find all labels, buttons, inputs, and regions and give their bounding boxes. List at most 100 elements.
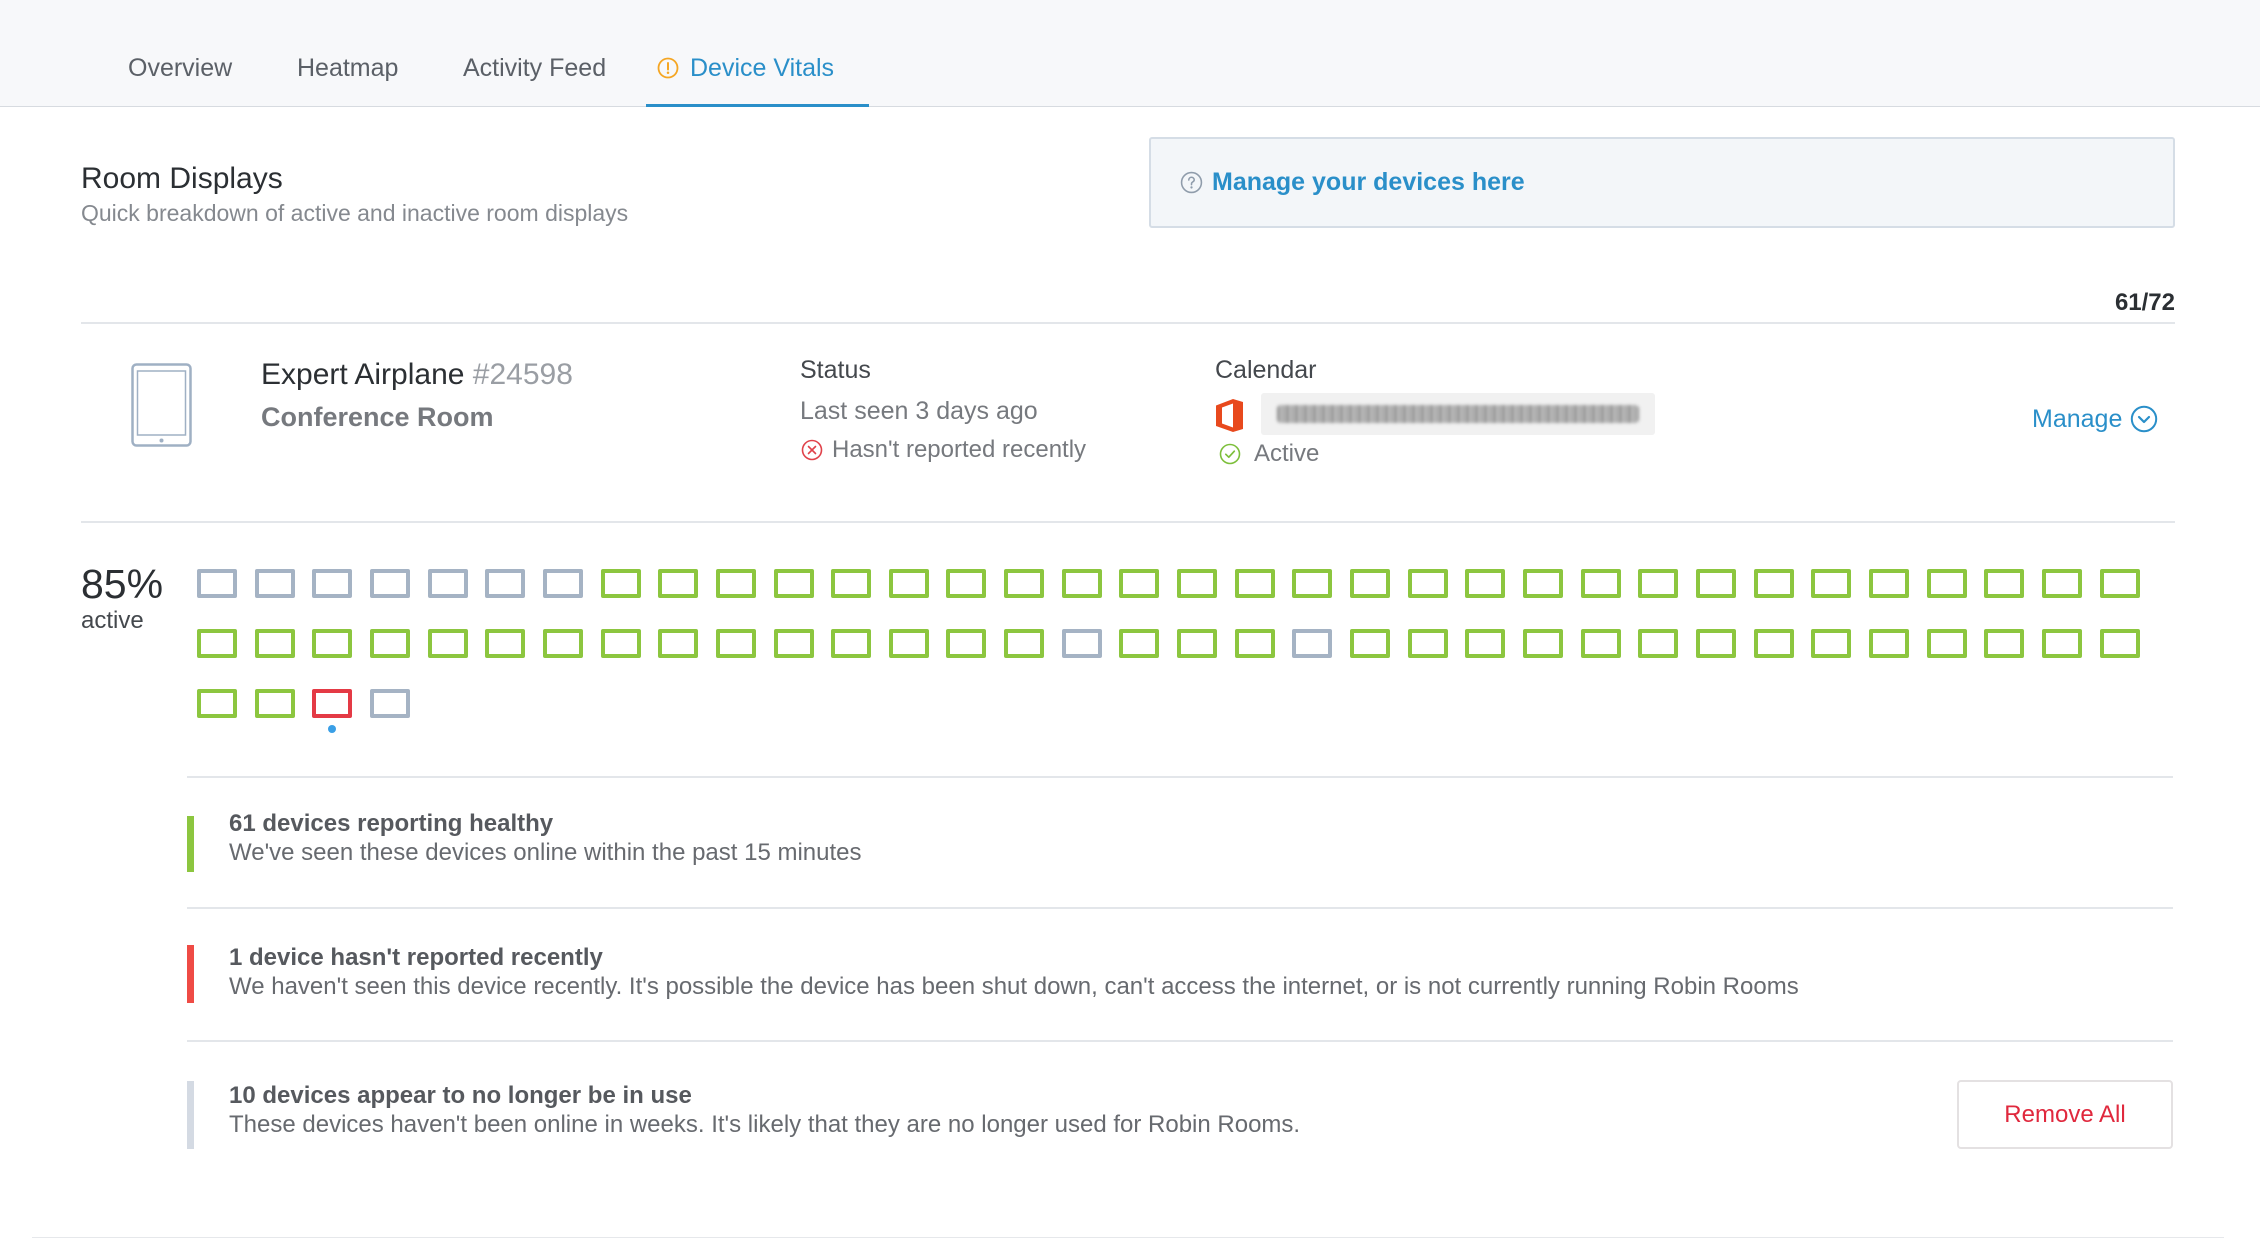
tab-bar: Overview Heatmap Activity Feed Device Vi… — [0, 0, 2260, 107]
device-square-healthy[interactable] — [715, 569, 756, 598]
device-square-healthy[interactable] — [1177, 629, 1217, 658]
device-square-healthy[interactable] — [1753, 569, 1794, 598]
device-square-healthy[interactable] — [485, 629, 526, 658]
device-square-healthy[interactable] — [888, 629, 929, 658]
device-status-state: Hasn't reported recently — [801, 435, 1086, 465]
active-tab-indicator — [646, 104, 869, 107]
legend-color-bar — [187, 816, 194, 872]
device-square-unused[interactable] — [369, 569, 410, 598]
tab-device-vitals[interactable]: Device Vitals — [657, 53, 834, 83]
device-square-healthy[interactable] — [1984, 629, 2025, 658]
device-square-healthy[interactable] — [773, 569, 814, 598]
device-square-healthy[interactable] — [946, 629, 987, 658]
manage-devices-banner: Manage your devices here — [1149, 137, 2175, 228]
manage-label: Manage — [2032, 405, 2123, 433]
device-square-healthy[interactable] — [1868, 629, 1909, 658]
warning-circle-icon — [657, 57, 679, 79]
device-square-healthy[interactable] — [831, 629, 872, 658]
device-square-healthy[interactable] — [1580, 569, 1621, 598]
last-seen-text: Last seen 3 days ago — [800, 397, 1038, 425]
device-square-healthy[interactable] — [715, 629, 756, 658]
device-square-healthy[interactable] — [1523, 569, 1563, 598]
active-percent: 85% — [81, 561, 164, 607]
legend-title: 61 devices reporting healthy — [229, 810, 554, 837]
device-square-healthy[interactable] — [1638, 569, 1679, 598]
device-square-unused[interactable] — [197, 569, 237, 598]
device-square-healthy[interactable] — [2099, 629, 2140, 658]
device-square-unused[interactable] — [427, 569, 468, 598]
device-square-healthy[interactable] — [658, 569, 699, 598]
legend-description: We've seen these devices online within t… — [229, 839, 862, 866]
device-square-healthy[interactable] — [1984, 569, 2025, 598]
page-subtitle: Quick breakdown of active and inactive r… — [81, 200, 629, 226]
device-square-healthy[interactable] — [1292, 569, 1333, 598]
status-heading: Status — [800, 356, 871, 384]
device-square-unused[interactable] — [1061, 629, 1102, 658]
device-square-healthy[interactable] — [600, 569, 641, 598]
device-square-unused[interactable] — [1292, 629, 1333, 658]
tab-activity-feed[interactable]: Activity Feed — [463, 53, 606, 83]
device-square-healthy[interactable] — [2041, 629, 2082, 658]
device-square-healthy[interactable] — [1753, 629, 1794, 658]
device-square-healthy[interactable] — [1811, 629, 1852, 658]
device-square-healthy[interactable] — [1004, 569, 1045, 598]
device-square-healthy[interactable] — [1465, 569, 1506, 598]
device-square-healthy[interactable] — [1061, 569, 1102, 598]
device-square-healthy[interactable] — [946, 569, 987, 598]
divider — [187, 776, 2173, 778]
device-square-healthy[interactable] — [1638, 629, 1679, 658]
device-square-healthy[interactable] — [1523, 629, 1563, 658]
device-square-healthy[interactable] — [1119, 569, 1160, 598]
check-circle-icon — [1219, 443, 1241, 465]
device-square-healthy[interactable] — [1119, 629, 1160, 658]
device-square-unused[interactable] — [485, 569, 526, 598]
device-square-healthy[interactable] — [1695, 569, 1736, 598]
remove-all-button[interactable]: Remove All — [1957, 1080, 2173, 1149]
device-square-healthy[interactable] — [254, 689, 295, 718]
device-square-healthy[interactable] — [1004, 629, 1045, 658]
device-square-unused[interactable] — [312, 569, 353, 598]
device-square-unused[interactable] — [369, 689, 410, 718]
calendar-heading: Calendar — [1215, 356, 1317, 384]
device-square-healthy[interactable] — [658, 629, 699, 658]
device-square-healthy[interactable] — [1926, 629, 1967, 658]
device-square-healthy[interactable] — [1177, 569, 1217, 598]
tab-heatmap[interactable]: Heatmap — [297, 53, 398, 83]
device-square-healthy[interactable] — [197, 629, 237, 658]
device-square-healthy[interactable] — [773, 629, 814, 658]
device-square-healthy[interactable] — [1234, 569, 1275, 598]
device-square-healthy[interactable] — [888, 569, 929, 598]
device-square-healthy[interactable] — [2041, 569, 2082, 598]
manage-device-button[interactable]: Manage — [2032, 404, 2158, 434]
device-square-healthy[interactable] — [1580, 629, 1621, 658]
device-square-healthy[interactable] — [1350, 629, 1390, 658]
device-square-unused[interactable] — [254, 569, 295, 598]
device-square-healthy[interactable] — [1868, 569, 1909, 598]
device-square-healthy[interactable] — [600, 629, 641, 658]
device-square-healthy[interactable] — [312, 629, 353, 658]
device-square-healthy[interactable] — [1465, 629, 1506, 658]
tab-overview[interactable]: Overview — [128, 53, 232, 83]
device-square-healthy[interactable] — [1811, 569, 1852, 598]
device-square-healthy[interactable] — [197, 689, 237, 718]
device-square-not-reported[interactable] — [312, 689, 353, 718]
x-circle-icon — [801, 439, 823, 461]
device-square-healthy[interactable] — [831, 569, 872, 598]
device-square-healthy[interactable] — [1350, 569, 1390, 598]
device-square-healthy[interactable] — [427, 629, 468, 658]
tablet-icon — [131, 363, 192, 447]
device-name: Expert Airplane #24598 — [261, 357, 573, 393]
device-square-healthy[interactable] — [369, 629, 410, 658]
legend-description: These devices haven't been online in wee… — [229, 1111, 1301, 1138]
device-square-healthy[interactable] — [2099, 569, 2140, 598]
device-square-healthy[interactable] — [1926, 569, 1967, 598]
device-square-unused[interactable] — [542, 569, 583, 598]
device-square-healthy[interactable] — [1695, 629, 1736, 658]
device-square-healthy[interactable] — [254, 629, 295, 658]
legend-title: 10 devices appear to no longer be in use — [229, 1082, 692, 1109]
device-square-healthy[interactable] — [1407, 629, 1448, 658]
device-square-healthy[interactable] — [542, 629, 583, 658]
device-square-healthy[interactable] — [1234, 629, 1275, 658]
manage-devices-link[interactable]: Manage your devices here — [1212, 167, 1525, 197]
device-square-healthy[interactable] — [1407, 569, 1448, 598]
